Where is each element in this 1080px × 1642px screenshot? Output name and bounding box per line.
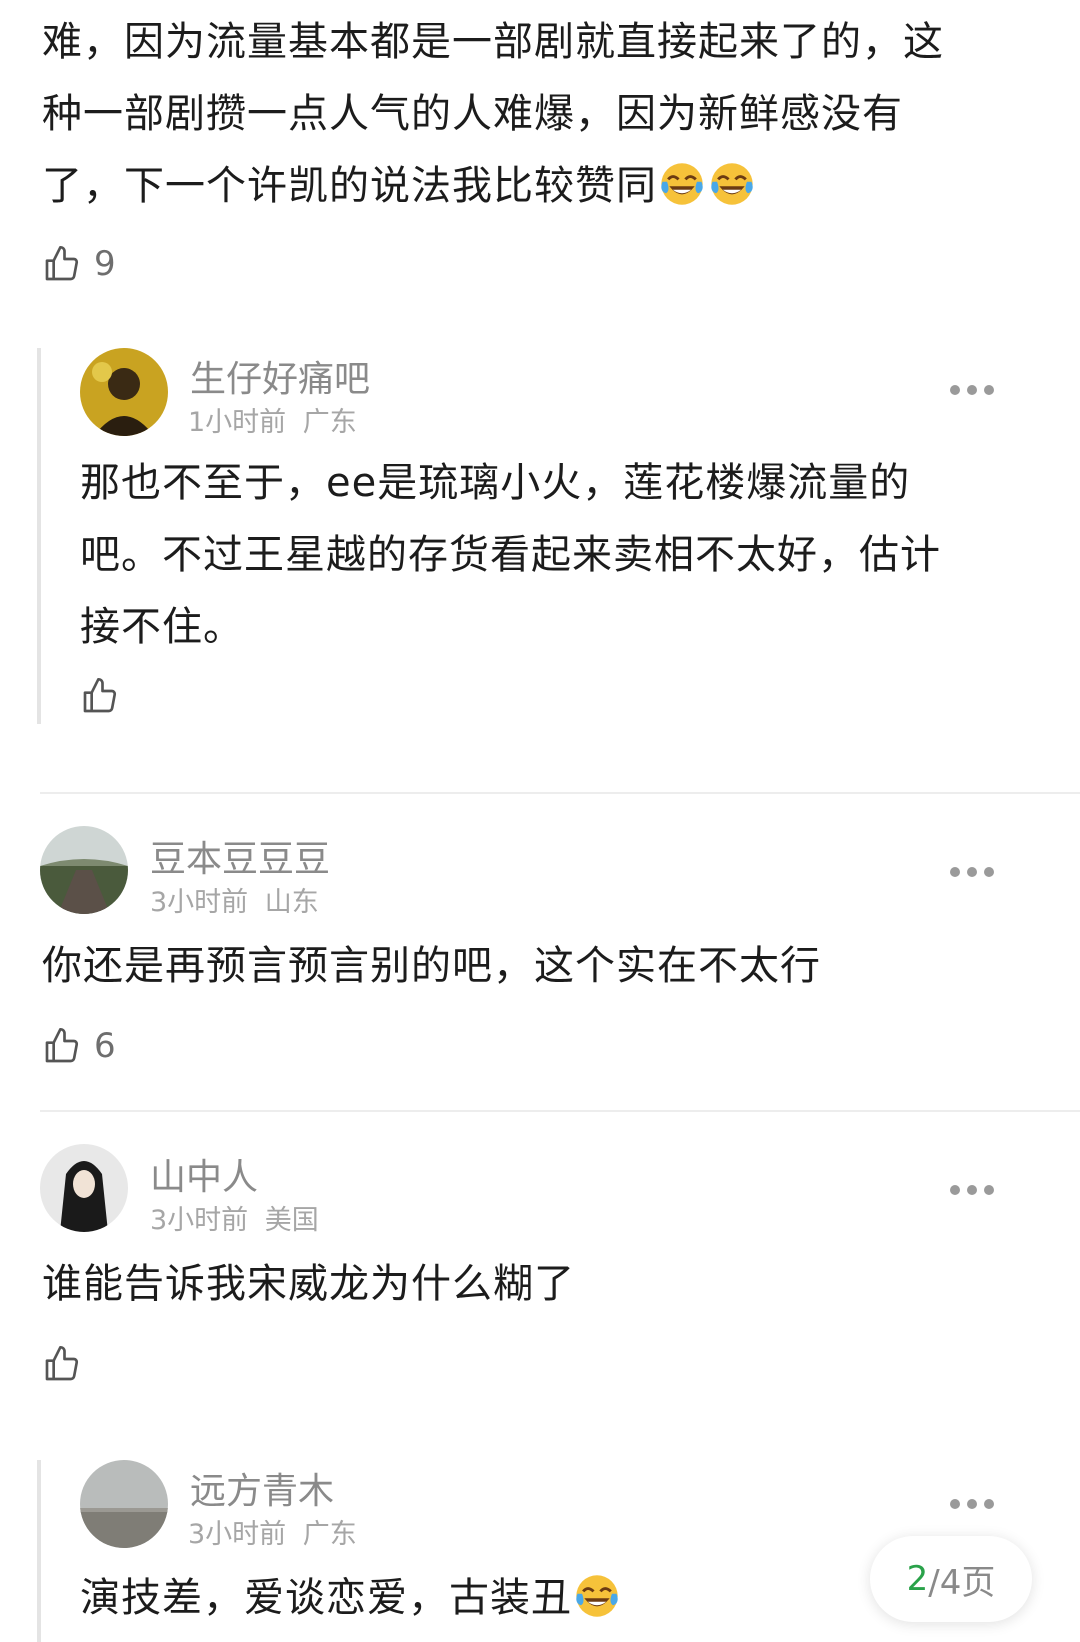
- thumbs-up-icon: [45, 1028, 79, 1063]
- comment-body: 谁能告诉我宋威龙为什么糊了: [42, 1261, 575, 1307]
- divider: [40, 1110, 1080, 1112]
- comment-meta: 1小时前 广东: [188, 400, 357, 439]
- username[interactable]: 豆本豆豆豆: [150, 830, 330, 882]
- current-page: 2: [906, 1559, 929, 1599]
- divider: [40, 792, 1080, 794]
- reply-thread-bar: [37, 1460, 41, 1642]
- laughing-tears-emoji-icon: [576, 1575, 618, 1617]
- like-count: 9: [94, 244, 116, 284]
- like-button[interactable]: 6: [42, 1026, 116, 1066]
- comment-body: 你还是再预言预言别的吧，这个实在不太行: [42, 943, 821, 989]
- like-button[interactable]: 9: [42, 244, 116, 284]
- timestamp: 3小时前: [150, 1205, 249, 1236]
- more-options-button[interactable]: [950, 384, 994, 396]
- reply-body: 那也不至于，ee是琉璃小火，莲花楼爆流量的 吧。不过王星越的存货看起来卖相不太好…: [80, 447, 1040, 663]
- comment-line: 了，下一个许凯的说法我比较赞同: [42, 150, 1042, 222]
- laughing-tears-emoji-icon: [661, 163, 703, 205]
- laughing-tears-emoji-icon: [711, 163, 753, 205]
- like-count: 6: [94, 1026, 116, 1066]
- page-indicator-button[interactable]: 2/4页: [870, 1536, 1032, 1622]
- thumbs-up-icon: [45, 1346, 79, 1381]
- more-options-button[interactable]: [950, 1498, 994, 1510]
- username[interactable]: 山中人: [150, 1148, 258, 1200]
- reply-line: 那也不至于，ee是琉璃小火，莲花楼爆流量的: [80, 460, 911, 506]
- page-total: /4页: [928, 1562, 996, 1603]
- location: 广东: [302, 407, 357, 438]
- location: 美国: [264, 1205, 319, 1236]
- reply-line: 接不住。: [80, 604, 244, 650]
- location: 广东: [302, 1519, 357, 1550]
- comment-meta: 3小时前 山东: [150, 880, 319, 919]
- more-options-button[interactable]: [950, 1184, 994, 1196]
- comment-body: 难，因为流量基本都是一部剧就直接起来了的，这 种一部剧攒一点人气的人难爆，因为新…: [42, 6, 1042, 222]
- username[interactable]: 远方青木: [190, 1462, 334, 1514]
- reply-thread-bar: [37, 348, 41, 724]
- comment-meta: 3小时前 广东: [188, 1512, 357, 1551]
- timestamp: 3小时前: [188, 1519, 287, 1550]
- username[interactable]: 生仔好痛吧: [190, 350, 370, 402]
- avatar[interactable]: [40, 1144, 128, 1232]
- avatar[interactable]: [80, 1460, 168, 1548]
- comment-line: 种一部剧攒一点人气的人难爆，因为新鲜感没有: [42, 91, 903, 137]
- comment-meta: 3小时前 美国: [150, 1198, 319, 1237]
- more-options-button[interactable]: [950, 866, 994, 878]
- like-button[interactable]: [80, 676, 132, 716]
- thumbs-up-icon: [45, 246, 79, 281]
- location: 山东: [264, 887, 319, 918]
- timestamp: 1小时前: [188, 407, 287, 438]
- reply-line: 吧。不过王星越的存货看起来卖相不太好，估计: [80, 532, 941, 578]
- comment-line: 难，因为流量基本都是一部剧就直接起来了的，这: [42, 19, 944, 65]
- avatar[interactable]: [80, 348, 168, 436]
- avatar[interactable]: [40, 826, 128, 914]
- like-button[interactable]: [42, 1344, 94, 1384]
- timestamp: 3小时前: [150, 887, 249, 918]
- thumbs-up-icon: [83, 678, 117, 713]
- reply-body: 演技差，爱谈恋爱，古装丑: [80, 1562, 840, 1634]
